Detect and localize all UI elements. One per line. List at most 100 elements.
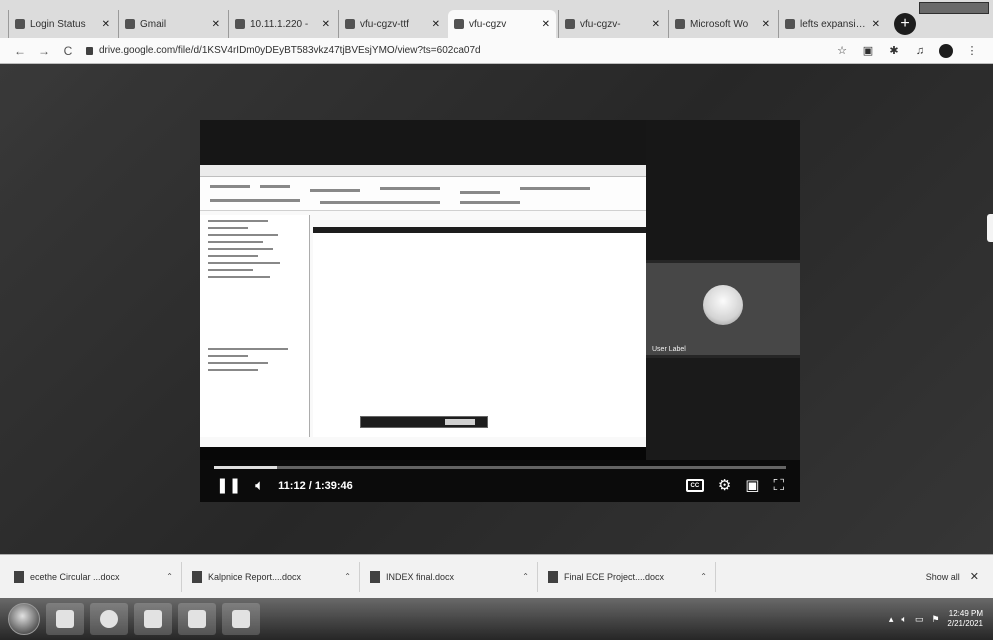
window-controls[interactable] xyxy=(919,2,989,14)
download-item[interactable]: ecethe Circular ...docx ⌃ xyxy=(14,561,182,592)
back-icon[interactable]: ← xyxy=(14,44,26,58)
download-filename: Kalpnice Report....docx xyxy=(208,571,302,582)
flag-icon[interactable]: ⚑ xyxy=(931,614,939,625)
system-tray: ▴ 🔈︎ ▭ ⚑ 12:49 PM 2/21/2021 xyxy=(889,609,993,629)
shared-ide-window xyxy=(200,165,646,447)
download-item[interactable]: Final ECE Project....docx ⌃ xyxy=(548,561,716,592)
close-icon[interactable]: ✕ xyxy=(872,19,880,30)
chrome-icon xyxy=(100,610,118,628)
tab-favicon-icon xyxy=(235,19,245,29)
tab-title: vfu-cgzv- xyxy=(580,18,621,30)
extension-icon[interactable]: ▣ xyxy=(861,44,875,57)
download-filename: ecethe Circular ...docx xyxy=(30,571,120,582)
taskbar-app-button[interactable] xyxy=(178,603,216,635)
miniplayer-icon[interactable]: ▣ xyxy=(745,478,759,493)
chevron-up-icon[interactable]: ⌃ xyxy=(344,572,351,581)
tab[interactable]: Login Status ✕ xyxy=(8,10,116,38)
shared-editor-titlebar xyxy=(313,227,646,233)
tab[interactable]: vfu-cgzv- ✕ xyxy=(558,10,666,38)
browser-toolbar: ← → C drive.google.com/file/d/1KSV4rIDm0… xyxy=(0,38,993,64)
address-bar[interactable]: drive.google.com/file/d/1KSV4rIDm0yDEyBT… xyxy=(86,45,823,56)
tab[interactable]: vfu-cgzv-ttf ✕ xyxy=(338,10,446,38)
shared-workspace-pane xyxy=(200,215,310,437)
tab-favicon-icon xyxy=(345,19,355,29)
app-icon xyxy=(232,610,250,628)
gmail-icon xyxy=(125,19,135,29)
close-icon[interactable]: ✕ xyxy=(652,19,660,30)
speaker-icon[interactable]: 🔈︎ xyxy=(901,614,906,625)
time-display: 11:12 / 1:39:46 xyxy=(278,479,353,492)
folder-icon xyxy=(56,610,74,628)
participant-panel: User Label xyxy=(646,120,800,460)
app-icon xyxy=(188,610,206,628)
participant-tile xyxy=(646,358,800,460)
captions-button[interactable]: CC xyxy=(685,479,704,492)
tab[interactable]: Gmail ✕ xyxy=(118,10,226,38)
start-button[interactable] xyxy=(8,603,40,635)
close-icon[interactable]: ✕ xyxy=(762,19,770,30)
app-icon xyxy=(144,610,162,628)
tray-chevron-icon[interactable]: ▴ xyxy=(889,614,894,625)
close-icon[interactable]: ✕ xyxy=(432,19,440,30)
taskbar-explorer-button[interactable] xyxy=(46,603,84,635)
close-icon[interactable]: ✕ xyxy=(102,19,110,30)
clock[interactable]: 12:49 PM 2/21/2021 xyxy=(947,609,983,629)
taskbar-chrome-button[interactable] xyxy=(90,603,128,635)
screen-share-area xyxy=(200,120,646,460)
drive-icon xyxy=(454,19,464,29)
network-icon[interactable]: ▭ xyxy=(915,614,924,625)
scroll-handle[interactable] xyxy=(987,214,993,242)
video-player[interactable]: User Label ❚❚ 🔈︎ 11:12 / 1:39:46 CC ⚙ ▣ … xyxy=(200,120,800,502)
close-icon[interactable]: ✕ xyxy=(970,570,979,583)
media-icon[interactable]: ♫ xyxy=(913,45,927,57)
participant-avatar xyxy=(703,285,743,325)
reload-icon[interactable]: C xyxy=(62,44,74,58)
taskbar-app-button[interactable] xyxy=(134,603,172,635)
participant-tile-active xyxy=(646,263,800,355)
tab-strip: Login Status ✕ Gmail ✕ 10.11.1.220 - ✕ vfu-… xyxy=(0,0,993,38)
download-shelf: ecethe Circular ...docx ⌃ Kalpnice Repor… xyxy=(0,554,993,598)
lock-icon xyxy=(86,46,93,55)
star-icon[interactable]: ☆ xyxy=(835,44,849,57)
chevron-up-icon[interactable]: ⌃ xyxy=(522,572,529,581)
clock-date: 2/21/2021 xyxy=(947,619,983,628)
close-icon[interactable]: ✕ xyxy=(542,19,550,30)
word-file-icon xyxy=(192,570,202,583)
taskbar-app-button[interactable] xyxy=(222,603,260,635)
volume-icon[interactable]: 🔈︎ xyxy=(255,478,264,493)
shared-ribbon xyxy=(200,177,646,211)
shared-editor xyxy=(313,227,646,437)
tab[interactable]: lefts expansion ✕ xyxy=(778,10,886,38)
show-all-downloads-link[interactable]: Show all xyxy=(926,572,960,582)
chevron-up-icon[interactable]: ⌃ xyxy=(166,572,173,581)
drive-icon xyxy=(565,19,575,29)
new-tab-button[interactable]: + xyxy=(894,13,916,35)
close-icon[interactable]: ✕ xyxy=(322,19,330,30)
tab-title: lefts expansion xyxy=(800,18,867,30)
forward-icon[interactable]: → xyxy=(38,44,50,58)
tab-active[interactable]: vfu-cgzv ✕ xyxy=(448,10,556,38)
profile-avatar[interactable] xyxy=(939,43,953,58)
player-controls: ❚❚ 🔈︎ 11:12 / 1:39:46 CC ⚙ ▣ ⛶ xyxy=(200,469,800,502)
chevron-up-icon[interactable]: ⌃ xyxy=(700,572,707,581)
shared-notification xyxy=(360,416,488,428)
fullscreen-icon[interactable]: ⛶ xyxy=(773,478,784,493)
shared-app-titlebar xyxy=(200,165,646,177)
puzzle-icon[interactable]: ✱ xyxy=(887,44,901,57)
tab-favicon-icon xyxy=(15,19,25,29)
windows-taskbar: ▴ 🔈︎ ▭ ⚑ 12:49 PM 2/21/2021 xyxy=(0,598,993,640)
download-item[interactable]: INDEX final.docx ⌃ xyxy=(370,561,538,592)
tab-title: vfu-cgzv-ttf xyxy=(360,18,409,30)
download-item[interactable]: Kalpnice Report....docx ⌃ xyxy=(192,561,360,592)
settings-gear-icon[interactable]: ⚙ xyxy=(718,478,731,493)
tab-title: Login Status xyxy=(30,18,86,30)
pause-icon[interactable]: ❚❚ xyxy=(216,478,241,493)
menu-icon[interactable]: ⋮ xyxy=(965,44,979,57)
participant-tile xyxy=(646,120,800,260)
tab[interactable]: 10.11.1.220 - ✕ xyxy=(228,10,336,38)
download-filename: Final ECE Project....docx xyxy=(564,571,665,582)
close-icon[interactable]: ✕ xyxy=(212,19,220,30)
shared-taskbar xyxy=(200,447,646,460)
tab-favicon-icon xyxy=(785,19,795,29)
tab[interactable]: Microsoft Wo ✕ xyxy=(668,10,776,38)
